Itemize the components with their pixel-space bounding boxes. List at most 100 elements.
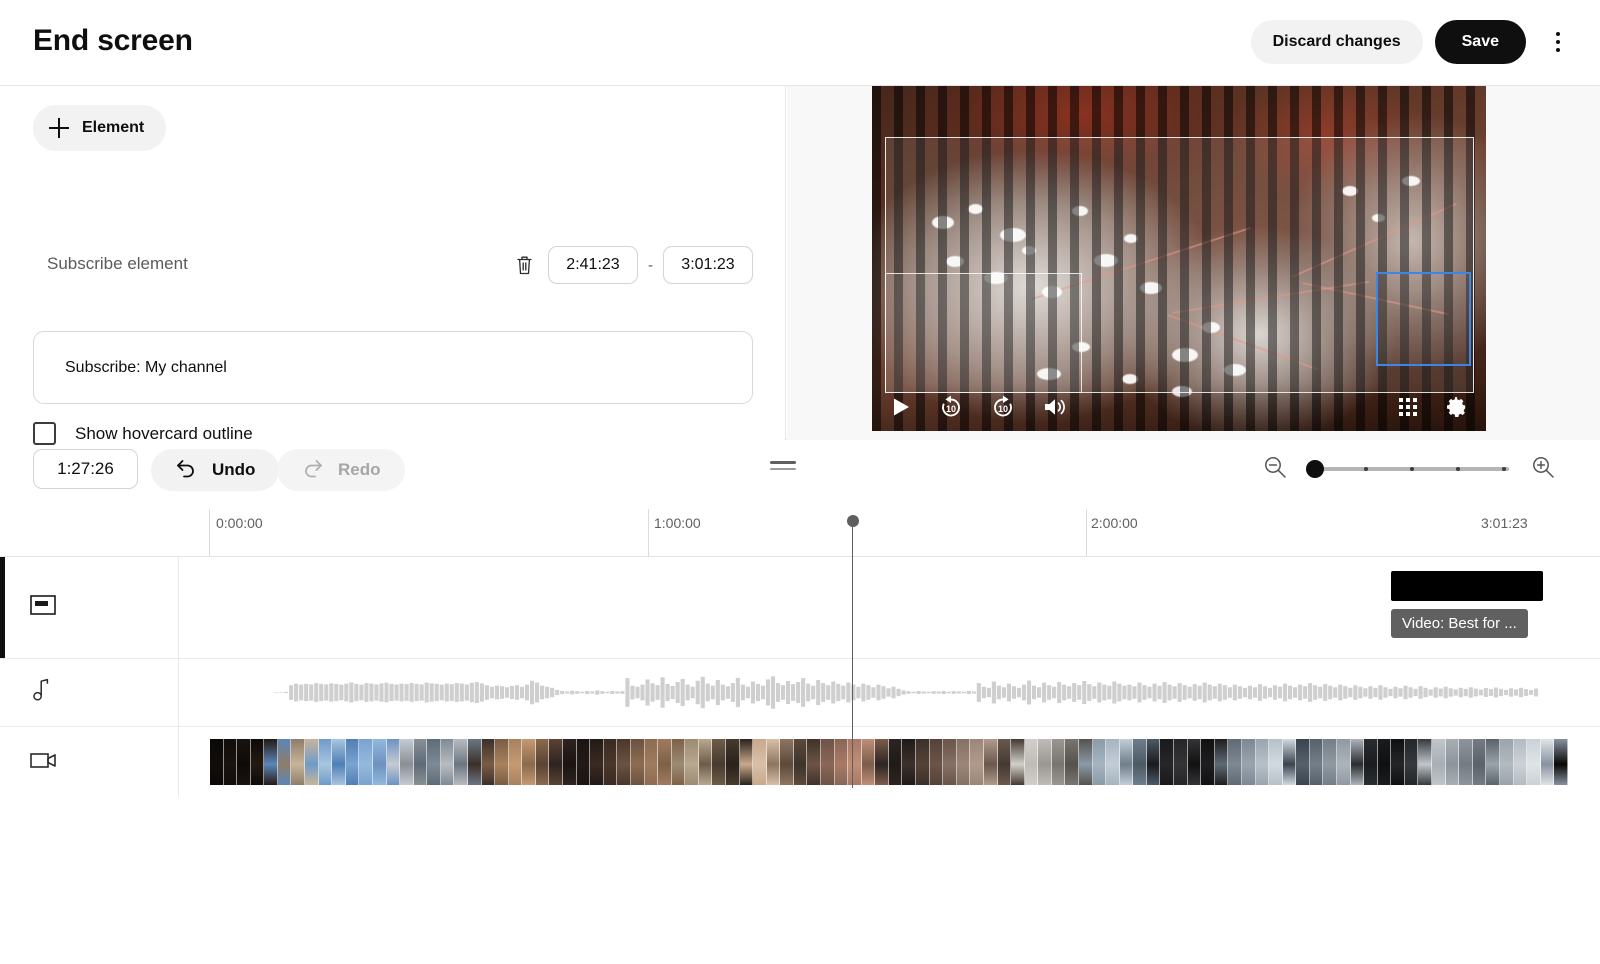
track-body-video[interactable] bbox=[179, 727, 1600, 797]
element-start-time-input[interactable]: 2:41:23 bbox=[548, 246, 638, 284]
time-range-separator: - bbox=[648, 256, 653, 274]
filmstrip-frame bbox=[1038, 739, 1052, 785]
track-body-end-screen[interactable]: Video: Best for ... bbox=[179, 557, 1600, 658]
filmstrip-frame bbox=[1065, 739, 1079, 785]
forward-10-icon[interactable]: 10 bbox=[990, 394, 1016, 420]
element-name-label: Subscribe element bbox=[47, 254, 188, 273]
filmstrip-frame bbox=[753, 739, 767, 785]
timeline-track-video[interactable] bbox=[0, 727, 1600, 797]
filmstrip-frame bbox=[1418, 739, 1433, 785]
playhead-knob[interactable] bbox=[846, 515, 859, 527]
track-header-video[interactable] bbox=[0, 727, 179, 797]
filmstrip-frame bbox=[1160, 739, 1175, 785]
clip-tooltip: Video: Best for ... bbox=[1391, 609, 1528, 638]
gear-icon[interactable] bbox=[1444, 395, 1468, 419]
filmstrip-frame bbox=[413, 739, 428, 785]
filmstrip-frame bbox=[250, 739, 265, 785]
filmstrip-frame bbox=[821, 739, 835, 785]
play-icon[interactable] bbox=[890, 396, 912, 418]
filmstrip-frame bbox=[1092, 739, 1107, 785]
element-title-input[interactable]: Subscribe: My channel bbox=[33, 331, 753, 404]
filmstrip-frame bbox=[1282, 739, 1297, 785]
save-button[interactable]: Save bbox=[1434, 20, 1526, 64]
undo-button[interactable]: Undo bbox=[151, 449, 280, 491]
video-camera-icon bbox=[30, 750, 58, 775]
filmstrip-frame bbox=[1486, 739, 1500, 785]
filmstrip-frame bbox=[1201, 739, 1215, 785]
filmstrip-frame bbox=[427, 739, 441, 785]
filmstrip-frame bbox=[1187, 739, 1202, 785]
zoom-out-icon[interactable] bbox=[1262, 454, 1288, 485]
zoom-slider-thumb[interactable] bbox=[1306, 460, 1324, 478]
grid-9-icon[interactable] bbox=[1398, 397, 1418, 417]
filmstrip-frame bbox=[1499, 739, 1514, 785]
filmstrip-frame bbox=[1554, 739, 1568, 785]
filmstrip-frame bbox=[902, 739, 917, 785]
filmstrip-frame bbox=[277, 739, 292, 785]
filmstrip-frame bbox=[780, 739, 794, 785]
timeline: 0:00:00 1:00:00 2:00:00 3:01:23 Video: B… bbox=[0, 497, 1600, 797]
music-note-icon bbox=[30, 678, 50, 707]
filmstrip-frame bbox=[1214, 739, 1229, 785]
trash-icon[interactable] bbox=[509, 249, 539, 281]
element-outline-secondary[interactable] bbox=[885, 273, 1082, 393]
filmstrip-frame bbox=[725, 739, 740, 785]
timeline-ruler[interactable]: 0:00:00 1:00:00 2:00:00 3:01:23 bbox=[0, 497, 1600, 557]
filmstrip-frame bbox=[807, 739, 822, 785]
filmstrip-frame bbox=[1459, 739, 1473, 785]
element-end-time-input[interactable]: 3:01:23 bbox=[663, 246, 753, 284]
filmstrip-frame bbox=[1323, 739, 1337, 785]
kebab-menu-icon[interactable] bbox=[1538, 22, 1578, 62]
filmstrip-frame bbox=[834, 739, 849, 785]
ruler-label: 2:00:00 bbox=[1091, 515, 1138, 531]
filmstrip-frame bbox=[1079, 739, 1093, 785]
video-filmstrip[interactable] bbox=[210, 739, 1569, 785]
end-screen-clip[interactable] bbox=[1391, 571, 1543, 601]
filmstrip-frame bbox=[793, 739, 808, 785]
filmstrip-frame bbox=[1296, 739, 1310, 785]
zoom-slider[interactable] bbox=[1306, 460, 1509, 478]
element-outline-selected[interactable] bbox=[1376, 272, 1471, 366]
element-settings-panel: Element Subscribe element 2:41:23 - 3:01… bbox=[0, 86, 786, 445]
playhead[interactable] bbox=[846, 515, 859, 788]
filmstrip-frame bbox=[590, 739, 604, 785]
timeline-track-end-screen[interactable]: Video: Best for ... bbox=[0, 557, 1600, 659]
app-header: End screen Discard changes Save bbox=[0, 0, 1600, 86]
replay-10-icon[interactable]: 10 bbox=[938, 394, 964, 420]
filmstrip-frame bbox=[739, 739, 754, 785]
element-controls: 2:41:23 - 3:01:23 bbox=[509, 246, 753, 284]
filmstrip-frame bbox=[1404, 739, 1419, 785]
filmstrip-frame bbox=[332, 739, 346, 785]
end-screen-editor: End screen Discard changes Save Element … bbox=[0, 0, 1600, 964]
filmstrip-frame bbox=[1241, 739, 1256, 785]
player-controls: 10 10 bbox=[872, 383, 1486, 431]
filmstrip-frame bbox=[210, 739, 224, 785]
track-header-audio[interactable] bbox=[0, 659, 179, 726]
filmstrip-frame bbox=[400, 739, 414, 785]
current-time-input[interactable]: 1:27:26 bbox=[33, 449, 138, 489]
filmstrip-frame bbox=[1119, 739, 1134, 785]
discard-changes-button[interactable]: Discard changes bbox=[1250, 20, 1423, 64]
filmstrip-frame bbox=[1269, 739, 1283, 785]
filmstrip-frame bbox=[766, 739, 781, 785]
add-element-label: Element bbox=[82, 119, 145, 136]
filmstrip-frame bbox=[644, 739, 659, 785]
filmstrip-frame bbox=[372, 739, 387, 785]
filmstrip-frame bbox=[685, 739, 699, 785]
track-header-end-screen[interactable] bbox=[0, 557, 179, 658]
timeline-track-audio[interactable] bbox=[0, 659, 1600, 727]
filmstrip-frame bbox=[1513, 739, 1528, 785]
filmstrip-frame bbox=[535, 739, 550, 785]
volume-icon[interactable] bbox=[1042, 395, 1068, 419]
track-body-audio[interactable] bbox=[179, 659, 1600, 726]
svg-text:10: 10 bbox=[946, 404, 956, 414]
zoom-in-icon[interactable] bbox=[1530, 454, 1556, 485]
page-title: End screen bbox=[33, 24, 193, 57]
redo-button[interactable]: Redo bbox=[277, 449, 405, 491]
video-preview[interactable]: 10 10 bbox=[872, 86, 1486, 431]
filmstrip-frame bbox=[956, 739, 971, 785]
add-element-button[interactable]: Element bbox=[33, 105, 167, 151]
filmstrip-frame bbox=[658, 739, 672, 785]
drag-handle-icon[interactable] bbox=[770, 461, 796, 470]
filmstrip-frame bbox=[508, 739, 523, 785]
